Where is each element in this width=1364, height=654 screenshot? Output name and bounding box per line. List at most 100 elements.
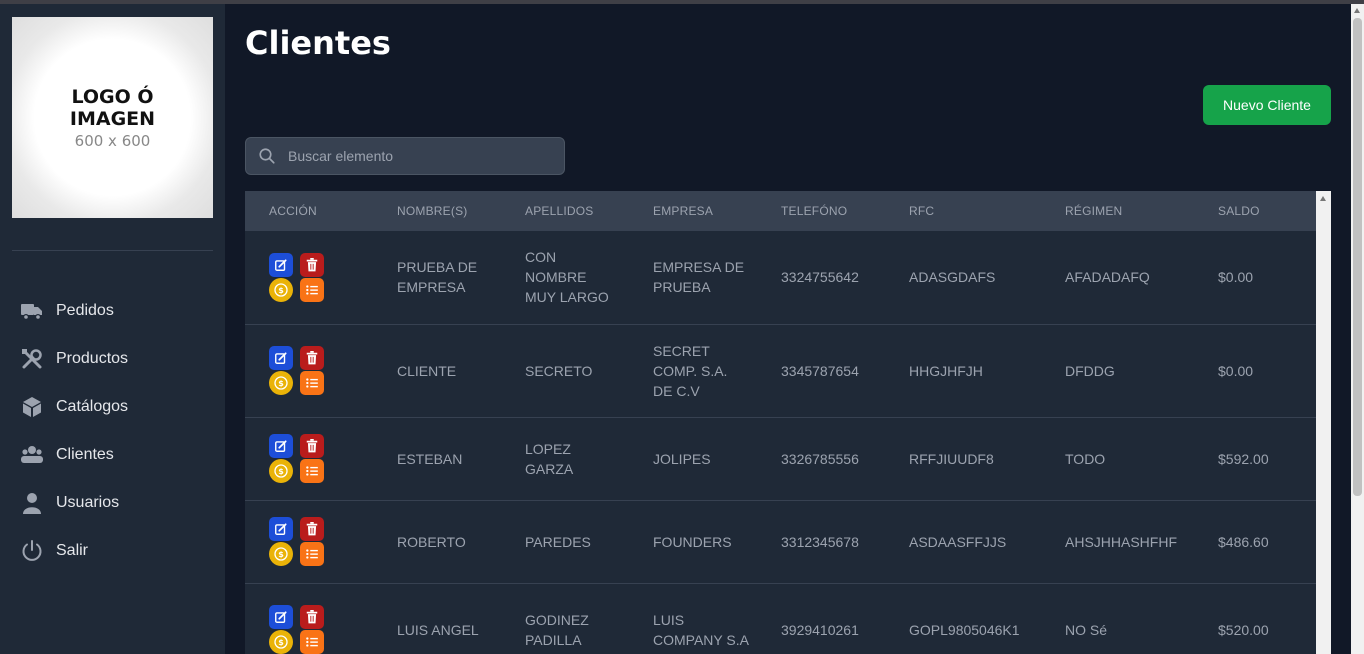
- cell-nombre: CLIENTE: [397, 362, 457, 379]
- cell-regimen: DFDDG: [1065, 362, 1115, 379]
- table-row: $ ESTEBAN LOPEZ GARZA JOLIPES 3326785556…: [245, 417, 1316, 500]
- header-apellidos: APELLIDOS: [525, 204, 594, 218]
- sidebar-item-label: Salir: [56, 542, 89, 559]
- svg-text:$: $: [278, 467, 284, 476]
- sidebar-item-clientes[interactable]: Clientes: [0, 431, 225, 479]
- sidebar-item-pedidos[interactable]: Pedidos: [0, 287, 225, 335]
- cell-regimen: AFADADAFQ: [1065, 269, 1150, 286]
- power-icon: [22, 540, 42, 561]
- action-cell: $: [245, 417, 373, 500]
- payment-button[interactable]: $: [269, 371, 293, 395]
- delete-button[interactable]: [300, 252, 324, 277]
- search-input[interactable]: [286, 147, 550, 165]
- cell-apellidos: CON NOMBRE MUY LARGO: [525, 249, 609, 306]
- cell-regimen: TODO: [1065, 450, 1106, 467]
- details-button[interactable]: [300, 542, 324, 566]
- cell-nombre: LUIS ANGEL: [397, 621, 479, 638]
- cell-telefono: 3312345678: [781, 533, 859, 550]
- clients-table-container: ACCIÓN NOMBRE(S) APELLIDOS EMPRESA TELEF…: [245, 191, 1316, 654]
- table-scrollbar[interactable]: [1316, 191, 1331, 654]
- payment-button[interactable]: $: [269, 459, 293, 483]
- action-cell: $: [245, 324, 373, 417]
- header-saldo: SALDO: [1218, 204, 1260, 218]
- logo-title-line2: IMAGEN: [69, 107, 156, 130]
- cell-regimen: AHSJHHASHFHF: [1065, 533, 1178, 550]
- new-client-button[interactable]: Nuevo Cliente: [1203, 85, 1331, 125]
- scroll-up-arrow-icon[interactable]: [1354, 8, 1360, 13]
- sidebar-item-salir[interactable]: Salir: [0, 527, 225, 575]
- coin-dollar-icon: $: [274, 464, 288, 478]
- sidebar-item-usuarios[interactable]: Usuarios: [0, 479, 225, 527]
- cell-empresa: SECRET COMP. S.A. DE C.V: [653, 342, 728, 399]
- edit-button[interactable]: [269, 605, 293, 629]
- sidebar-item-catalogos[interactable]: Catálogos: [0, 383, 225, 431]
- trash-icon: [306, 257, 318, 272]
- action-cell: $: [245, 583, 373, 654]
- cell-telefono: 3326785556: [781, 450, 859, 467]
- coin-dollar-icon: $: [274, 283, 288, 297]
- cell-apellidos: GODINEZ PADILLA: [525, 611, 589, 648]
- page-title: Clientes: [245, 24, 391, 62]
- table-header-row: ACCIÓN NOMBRE(S) APELLIDOS EMPRESA TELEF…: [245, 191, 1316, 231]
- sidebar-item-label: Productos: [56, 350, 129, 367]
- cell-rfc: RFFJIUUDF8: [909, 450, 994, 467]
- sidebar: LOGO Ó IMAGEN 600 x 600 Pedidos Producto…: [0, 4, 225, 654]
- delete-button[interactable]: [300, 605, 324, 629]
- cell-rfc: ADASGDAFS: [909, 269, 996, 286]
- edit-icon: [275, 611, 287, 623]
- cell-apellidos: SECRETO: [525, 362, 593, 379]
- header-empresa: EMPRESA: [653, 204, 714, 218]
- cell-saldo: $592.00: [1218, 450, 1269, 467]
- list-icon: [306, 549, 318, 559]
- details-button[interactable]: [300, 277, 324, 302]
- header-nombre: NOMBRE(S): [397, 204, 468, 218]
- cell-saldo: $0.00: [1218, 362, 1254, 379]
- logo-placeholder: LOGO Ó IMAGEN 600 x 600: [12, 17, 213, 218]
- coin-dollar-icon: $: [274, 376, 288, 390]
- payment-button[interactable]: $: [269, 542, 293, 566]
- svg-text:$: $: [278, 638, 284, 647]
- row-actions: $: [269, 252, 365, 302]
- search-box[interactable]: [245, 137, 565, 175]
- action-cell: $: [245, 231, 373, 324]
- cell-apellidos: LOPEZ GARZA: [525, 440, 574, 477]
- row-actions: $: [269, 434, 365, 483]
- sidebar-item-productos[interactable]: Productos: [0, 335, 225, 383]
- cell-saldo: $520.00: [1218, 621, 1269, 638]
- edit-button[interactable]: [269, 252, 293, 277]
- trash-icon: [306, 522, 318, 536]
- cell-apellidos: PAREDES: [525, 533, 591, 550]
- user-icon: [23, 493, 41, 514]
- svg-text:$: $: [278, 379, 284, 388]
- list-icon: [306, 637, 318, 647]
- header-accion: ACCIÓN: [269, 204, 317, 218]
- details-button[interactable]: [300, 371, 324, 395]
- delete-button[interactable]: [300, 346, 324, 370]
- main-content: Clientes Nuevo Cliente ACCIÓN NOMBRE(S) …: [225, 4, 1351, 654]
- tools-icon: [22, 349, 42, 369]
- cell-rfc: GOPL9805046K1: [909, 621, 1020, 638]
- cell-saldo: $486.60: [1218, 533, 1269, 550]
- edit-button[interactable]: [269, 434, 293, 458]
- edit-icon: [275, 440, 287, 452]
- cell-saldo: $0.00: [1218, 269, 1254, 286]
- scrollbar-thumb[interactable]: [1353, 18, 1362, 496]
- cell-telefono: 3929410261: [781, 621, 859, 638]
- trash-icon: [306, 439, 318, 453]
- details-button[interactable]: [300, 630, 324, 654]
- details-button[interactable]: [300, 459, 324, 483]
- edit-button[interactable]: [269, 517, 293, 541]
- edit-icon: [275, 259, 287, 271]
- delete-button[interactable]: [300, 517, 324, 541]
- payment-button[interactable]: $: [269, 277, 293, 302]
- cube-icon: [23, 397, 41, 417]
- sidebar-divider: [12, 250, 213, 251]
- edit-button[interactable]: [269, 346, 293, 370]
- cell-empresa: EMPRESA DE PRUEBA: [653, 259, 745, 296]
- payment-button[interactable]: $: [269, 630, 293, 654]
- coin-dollar-icon: $: [274, 635, 288, 649]
- cell-empresa: LUIS COMPANY S.A: [653, 611, 749, 648]
- delete-button[interactable]: [300, 434, 324, 458]
- page-scrollbar[interactable]: [1351, 4, 1364, 654]
- scroll-up-arrow-icon[interactable]: [1320, 196, 1326, 201]
